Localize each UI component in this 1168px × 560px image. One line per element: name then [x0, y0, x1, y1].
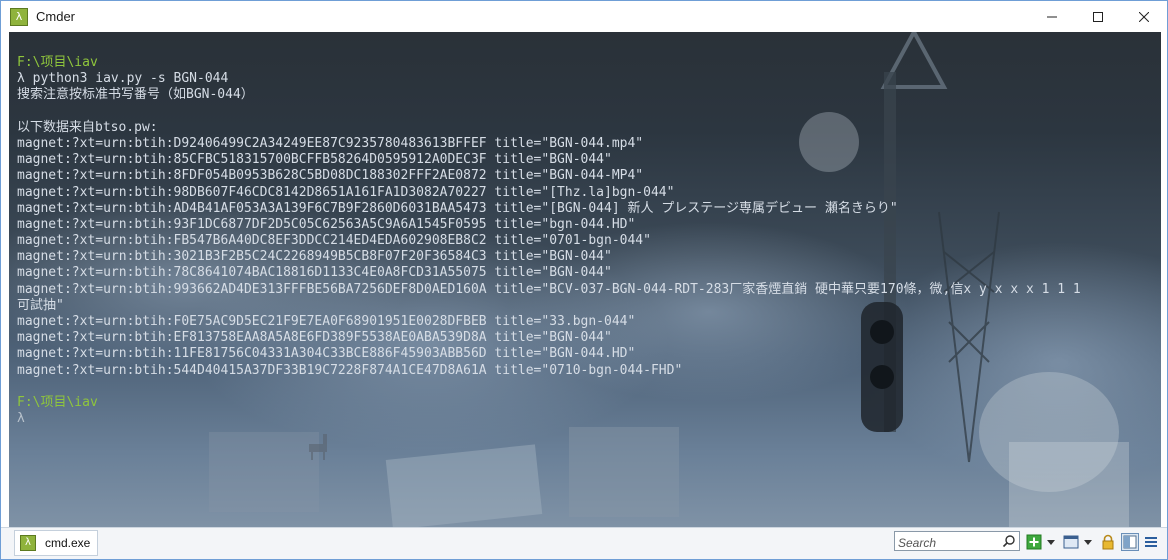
output-line: magnet:?xt=urn:btih:FB547B6A40DC8EF3DDCC… — [17, 233, 651, 249]
maximize-icon — [1093, 11, 1103, 22]
output-line: magnet:?xt=urn:btih:11FE81756C04331A304C… — [17, 346, 636, 362]
output-line: magnet:?xt=urn:btih:AD4B41AF053A3A139F6C… — [17, 200, 898, 216]
output-line: magnet:?xt=urn:btih:8FDF054B0953B628C5BD… — [17, 168, 644, 184]
output-line: magnet:?xt=urn:btih:993662AD4DE313FFFBE5… — [17, 281, 1081, 297]
output-line: magnet:?xt=urn:btih:D92406499C2A34249EE8… — [17, 135, 644, 151]
window-controls — [1029, 1, 1167, 32]
prompt-path-line: F:\项目\iav — [17, 394, 98, 410]
cmder-window: λ Cmder F:\项目\iav λ python3 iav.py -s BG… — [0, 0, 1168, 560]
output-line: 以下数据来自btso.pw: — [17, 119, 158, 135]
prompt-path-line: F:\项目\iav — [17, 55, 98, 70]
output-line: magnet:?xt=urn:btih:544D40415A37DF33B19C… — [17, 362, 683, 378]
console-tab-cmd[interactable]: λ cmd.exe — [14, 530, 98, 556]
output-line: magnet:?xt=urn:btih:93F1DC6877DF2D5C05C6… — [17, 216, 636, 232]
maximize-button[interactable] — [1075, 1, 1121, 32]
lock-icon[interactable] — [1100, 534, 1116, 550]
search-box[interactable] — [894, 531, 1020, 552]
output-line: magnet:?xt=urn:btih:98DB607F46CDC8142D86… — [17, 184, 675, 200]
hamburger-menu-icon[interactable] — [1143, 534, 1159, 550]
split-view-icon[interactable] — [1121, 533, 1139, 551]
input-prompt-line: λ — [17, 411, 25, 427]
tab-bar: λ cmd.exe — [1, 527, 1167, 559]
console-area[interactable]: F:\项目\iav λ python3 iav.py -s BGN-044 搜索注意… — [9, 32, 1161, 527]
output-line: magnet:?xt=urn:btih:F0E75AC9D5EC21F9E7EA… — [17, 314, 636, 329]
output-line: 搜索注意按标准书写番号（如BGN-044） — [17, 87, 254, 103]
window-icon[interactable] — [1063, 534, 1079, 550]
lambda-icon: λ — [20, 535, 36, 551]
output-line: magnet:?xt=urn:btih:85CFBC518315700BCFFB… — [17, 152, 612, 168]
tab-label: cmd.exe — [45, 536, 91, 550]
cmder-app-icon[interactable]: λ — [10, 7, 28, 26]
search-input[interactable] — [895, 534, 1000, 552]
output-line: 可試抽" — [17, 297, 64, 313]
console-output[interactable]: F:\项目\iav λ python3 iav.py -s BGN-044 搜索注意… — [17, 55, 1081, 427]
minimize-icon — [1047, 16, 1057, 17]
minimize-button[interactable] — [1029, 1, 1075, 32]
chevron-down-icon[interactable] — [1084, 538, 1092, 546]
output-line: magnet:?xt=urn:btih:3021B3F2B5C24C226894… — [17, 249, 612, 265]
output-line: magnet:?xt=urn:btih:EF813758EAA8A5A8E6FD… — [17, 330, 612, 346]
window-title: Cmder — [36, 9, 76, 24]
close-icon — [1139, 11, 1149, 22]
chevron-down-icon[interactable] — [1047, 538, 1055, 546]
plus-icon[interactable] — [1026, 534, 1042, 550]
command-line: λ python3 iav.py -s BGN-044 — [17, 71, 229, 87]
close-button[interactable] — [1121, 1, 1167, 32]
output-line: magnet:?xt=urn:btih:78C8641074BAC18816D1… — [17, 265, 612, 281]
search-icon[interactable] — [1002, 534, 1016, 548]
title-bar[interactable]: λ Cmder — [1, 1, 1167, 32]
